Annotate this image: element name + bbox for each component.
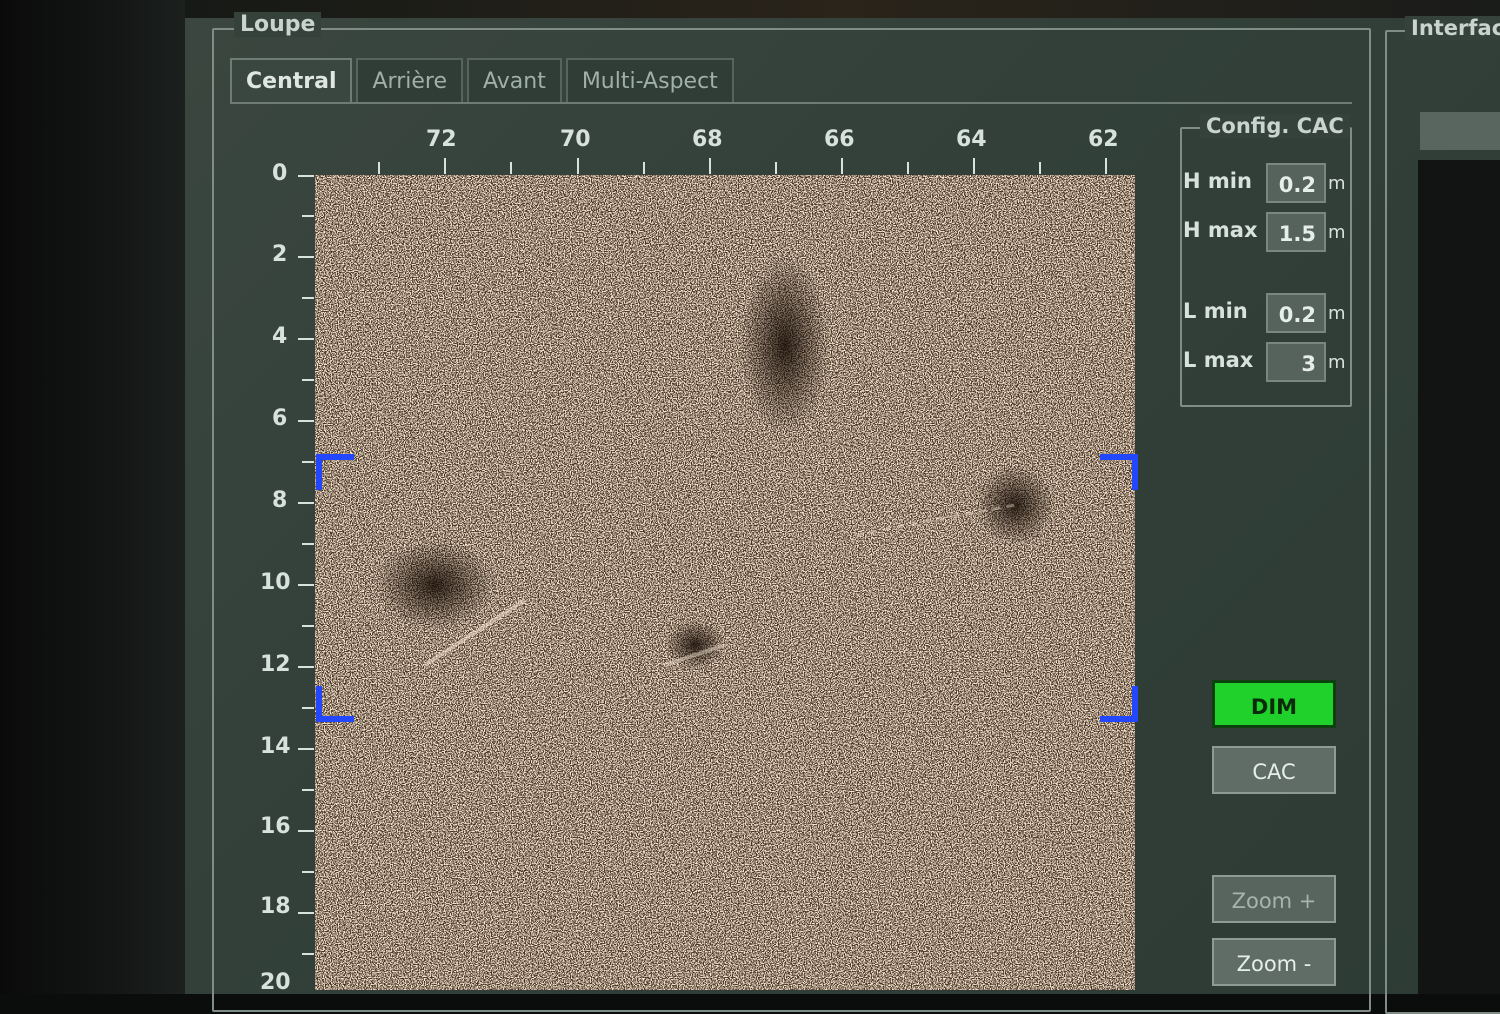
x-tick-label-70: 70 — [560, 127, 591, 152]
l-max-label: L max — [1183, 348, 1254, 372]
tab-multi-aspect[interactable]: Multi-Aspect — [565, 58, 734, 104]
h-max-label: H max — [1183, 218, 1258, 242]
x-tick — [378, 162, 380, 174]
h-max-unit: m — [1328, 222, 1346, 243]
selection-bracket-top-left[interactable] — [316, 454, 354, 490]
y-tick-label-0: 0 — [272, 161, 288, 186]
y-tick — [302, 543, 314, 545]
x-tick — [643, 162, 645, 174]
dim-button[interactable]: DIM — [1212, 680, 1336, 728]
x-tick — [841, 158, 843, 174]
monitor-bezel-left — [0, 0, 185, 994]
x-tick-label-66: 66 — [824, 127, 855, 152]
y-tick-label-20: 20 — [260, 970, 291, 995]
config-cac-title: Config. CAC — [1200, 114, 1350, 138]
x-tick-label-62: 62 — [1088, 127, 1119, 152]
loupe-tabs: Central Arrière Avant Multi-Aspect — [230, 58, 738, 104]
h-min-label: H min — [1183, 169, 1252, 193]
h-max-field[interactable]: 1.5 — [1266, 212, 1326, 252]
loupe-title: Loupe — [234, 12, 322, 37]
y-tick — [298, 338, 314, 340]
sonar-image[interactable] — [315, 175, 1135, 990]
y-tick-label-14: 14 — [260, 734, 291, 759]
x-tick — [973, 158, 975, 174]
y-tick-label-16: 16 — [260, 814, 291, 839]
y-tick-label-4: 4 — [272, 324, 288, 349]
y-tick — [302, 871, 314, 873]
y-tick — [302, 625, 314, 627]
y-tick — [298, 256, 314, 258]
h-min-field[interactable]: 0.2 — [1266, 163, 1326, 203]
x-tick — [907, 162, 909, 174]
y-tick — [302, 215, 314, 217]
interface-title: Interfac — [1405, 16, 1500, 40]
y-tick — [298, 420, 314, 422]
selection-bracket-top-right[interactable] — [1100, 454, 1138, 490]
x-tick — [510, 162, 512, 174]
tab-central[interactable]: Central — [230, 58, 353, 104]
y-tick — [302, 297, 314, 299]
y-tick — [302, 953, 314, 955]
y-tick-label-12: 12 — [260, 652, 291, 677]
y-tick — [298, 748, 314, 750]
y-tick-label-6: 6 — [272, 406, 288, 431]
sonar-texture — [315, 175, 1135, 990]
x-tick-label-72: 72 — [426, 127, 457, 152]
y-tick — [298, 502, 314, 504]
y-tick-label-18: 18 — [260, 894, 291, 919]
y-tick — [302, 789, 314, 791]
x-tick — [1039, 162, 1041, 174]
zoom-in-button[interactable]: Zoom + — [1212, 875, 1336, 923]
selection-bracket-bottom-right[interactable] — [1100, 686, 1138, 722]
l-min-label: L min — [1183, 299, 1248, 323]
x-tick — [709, 158, 711, 174]
y-tick-label-10: 10 — [260, 570, 291, 595]
selection-bracket-bottom-left[interactable] — [316, 686, 354, 722]
y-tick — [298, 584, 314, 586]
x-tick — [775, 162, 777, 174]
tab-panel-border — [230, 102, 1352, 104]
y-tick-label-2: 2 — [272, 242, 288, 267]
l-max-unit: m — [1328, 352, 1346, 373]
y-tick — [302, 379, 314, 381]
l-min-unit: m — [1328, 303, 1346, 324]
l-max-field[interactable]: 3 — [1266, 342, 1326, 382]
cac-button[interactable]: CAC — [1212, 746, 1336, 794]
y-tick — [298, 666, 314, 668]
x-tick — [444, 158, 446, 174]
interface-field[interactable] — [1420, 112, 1500, 150]
tab-arriere[interactable]: Arrière — [356, 58, 463, 104]
y-tick — [298, 830, 314, 832]
x-tick-label-68: 68 — [692, 127, 723, 152]
y-tick — [302, 707, 314, 709]
y-tick-label-8: 8 — [272, 488, 288, 513]
x-tick-label-64: 64 — [956, 127, 987, 152]
h-min-unit: m — [1328, 173, 1346, 194]
y-tick — [302, 461, 314, 463]
y-tick — [298, 912, 314, 914]
y-tick — [298, 175, 314, 177]
interface-panel — [1418, 160, 1500, 994]
x-tick — [577, 158, 579, 174]
monitor-bezel-top — [185, 0, 1500, 18]
l-min-field[interactable]: 0.2 — [1266, 293, 1326, 333]
tab-avant[interactable]: Avant — [466, 58, 562, 104]
x-tick — [1105, 158, 1107, 174]
zoom-out-button[interactable]: Zoom - — [1212, 938, 1336, 986]
